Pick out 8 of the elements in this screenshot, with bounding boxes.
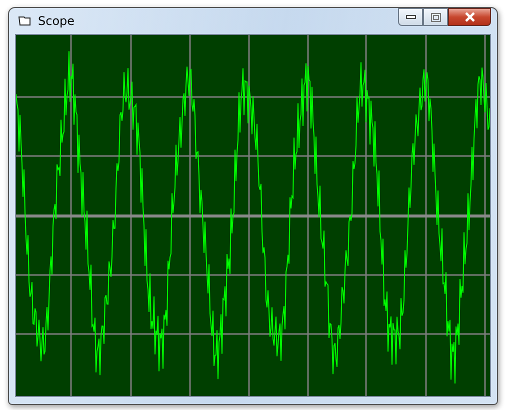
minimize-icon (406, 15, 416, 19)
maximize-button[interactable] (423, 8, 448, 26)
window-title: Scope (38, 14, 75, 28)
maximize-icon (430, 12, 440, 22)
close-icon (464, 12, 476, 22)
minimize-button[interactable] (398, 8, 423, 26)
close-button[interactable] (448, 8, 491, 26)
window-icon (18, 15, 32, 27)
